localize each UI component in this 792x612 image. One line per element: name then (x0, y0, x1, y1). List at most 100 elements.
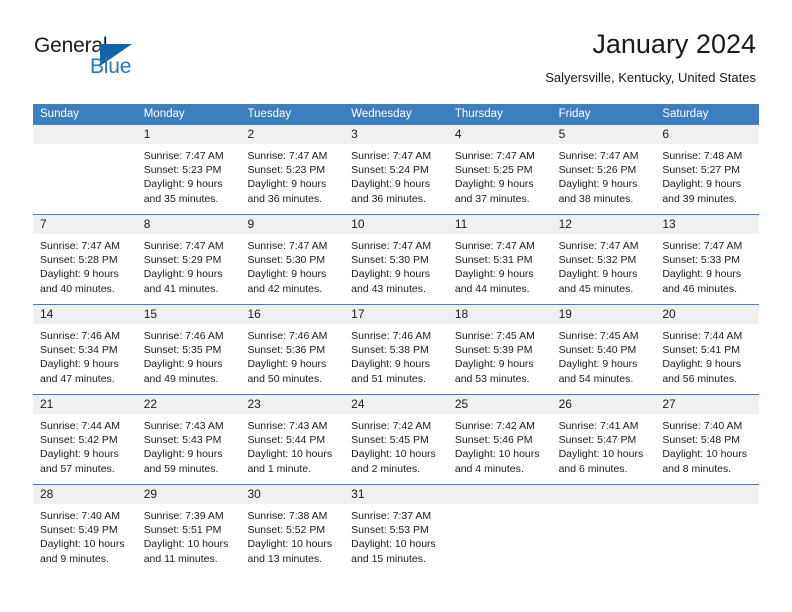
day-details: Sunrise: 7:42 AM Sunset: 5:46 PM Dayligh… (448, 414, 552, 476)
sunset-text: Sunset: 5:52 PM (247, 524, 326, 537)
page-subtitle: Salyersville, Kentucky, United States (545, 70, 756, 85)
day-cell[interactable]: 16 Sunrise: 7:46 AM Sunset: 5:36 PM Dayl… (240, 305, 345, 394)
daylight-text-line2: and 8 minutes. (662, 462, 732, 475)
week-row: 14 Sunrise: 7:46 AM Sunset: 5:34 PM Dayl… (33, 304, 760, 394)
sunrise-text: Sunrise: 7:47 AM (558, 240, 639, 252)
day-cell[interactable]: 26 Sunrise: 7:41 AM Sunset: 5:47 PM Dayl… (551, 395, 656, 484)
daylight-text-line1: Daylight: 9 hours (143, 358, 223, 371)
day-cell[interactable]: 29 Sunrise: 7:39 AM Sunset: 5:51 PM Dayl… (136, 485, 241, 574)
sunrise-text: Sunrise: 7:47 AM (558, 150, 639, 162)
day-cell[interactable]: 18 Sunrise: 7:45 AM Sunset: 5:39 PM Dayl… (447, 305, 552, 394)
day-cell[interactable]: 14 Sunrise: 7:46 AM Sunset: 5:34 PM Dayl… (33, 305, 137, 394)
daylight-text-line2: and 56 minutes. (662, 372, 738, 385)
daylight-text-line2: and 38 minutes. (558, 192, 634, 205)
day-details: Sunrise: 7:46 AM Sunset: 5:35 PM Dayligh… (137, 324, 241, 386)
day-details: Sunrise: 7:46 AM Sunset: 5:38 PM Dayligh… (344, 324, 448, 386)
day-cell[interactable]: 27 Sunrise: 7:40 AM Sunset: 5:48 PM Dayl… (655, 395, 760, 484)
sunrise-text: Sunrise: 7:44 AM (40, 420, 120, 432)
daylight-text-line1: Daylight: 9 hours (40, 358, 119, 371)
day-cell[interactable]: 24 Sunrise: 7:42 AM Sunset: 5:45 PM Dayl… (344, 395, 448, 484)
sunset-text: Sunset: 5:27 PM (662, 164, 740, 177)
sunset-text: Sunset: 5:39 PM (454, 344, 533, 357)
day-cell[interactable]: 30 Sunrise: 7:38 AM Sunset: 5:52 PM Dayl… (240, 485, 345, 574)
weekday-header-saturday: Saturday (662, 108, 709, 120)
daylight-text-line1: Daylight: 9 hours (40, 448, 119, 461)
day-cell[interactable]: 9 Sunrise: 7:47 AM Sunset: 5:30 PM Dayli… (240, 215, 345, 304)
day-number: 21 (33, 395, 137, 414)
day-details: Sunrise: 7:47 AM Sunset: 5:33 PM Dayligh… (655, 234, 759, 296)
day-details: Sunrise: 7:39 AM Sunset: 5:51 PM Dayligh… (137, 504, 241, 566)
day-cell[interactable]: 17 Sunrise: 7:46 AM Sunset: 5:38 PM Dayl… (344, 305, 448, 394)
day-cell[interactable]: 7 Sunrise: 7:47 AM Sunset: 5:28 PM Dayli… (33, 215, 137, 304)
sunset-text: Sunset: 5:23 PM (143, 164, 222, 177)
day-cell[interactable]: 10 Sunrise: 7:47 AM Sunset: 5:30 PM Dayl… (344, 215, 448, 304)
sunrise-text: Sunrise: 7:43 AM (247, 420, 328, 432)
day-number: 24 (344, 395, 448, 414)
day-cell[interactable]: 21 Sunrise: 7:44 AM Sunset: 5:42 PM Dayl… (33, 395, 137, 484)
day-details: Sunrise: 7:47 AM Sunset: 5:30 PM Dayligh… (240, 234, 344, 296)
day-cell[interactable]: 8 Sunrise: 7:47 AM Sunset: 5:29 PM Dayli… (136, 215, 241, 304)
day-cell[interactable]: 12 Sunrise: 7:47 AM Sunset: 5:32 PM Dayl… (551, 215, 656, 304)
sunrise-text: Sunrise: 7:42 AM (454, 420, 535, 432)
day-number: 4 (447, 125, 552, 144)
day-number: 27 (655, 395, 760, 414)
day-cell[interactable]: 15 Sunrise: 7:46 AM Sunset: 5:35 PM Dayl… (136, 305, 241, 394)
weekday-header-sunday: Sunday (40, 108, 80, 120)
day-cell[interactable]: 25 Sunrise: 7:42 AM Sunset: 5:46 PM Dayl… (447, 395, 552, 484)
day-details: Sunrise: 7:47 AM Sunset: 5:23 PM Dayligh… (137, 144, 241, 206)
day-number: 14 (33, 305, 137, 324)
week-row: 7 Sunrise: 7:47 AM Sunset: 5:28 PM Dayli… (33, 214, 760, 304)
sunrise-text: Sunrise: 7:47 AM (351, 150, 432, 162)
sunrise-text: Sunrise: 7:45 AM (454, 330, 535, 342)
daylight-text-line2: and 9 minutes. (40, 552, 109, 565)
sunset-text: Sunset: 5:30 PM (247, 254, 326, 267)
day-number: 22 (136, 395, 241, 414)
day-cell[interactable]: 28 Sunrise: 7:40 AM Sunset: 5:49 PM Dayl… (33, 485, 137, 574)
day-cell[interactable]: 31 Sunrise: 7:37 AM Sunset: 5:53 PM Dayl… (344, 485, 448, 574)
day-cell[interactable] (551, 485, 656, 574)
day-number (447, 485, 552, 504)
daylight-text-line1: Daylight: 10 hours (143, 538, 229, 551)
day-cell[interactable]: 13 Sunrise: 7:47 AM Sunset: 5:33 PM Dayl… (655, 215, 760, 304)
day-cell[interactable] (655, 485, 760, 574)
daylight-text-line1: Daylight: 10 hours (40, 538, 125, 551)
day-number: 30 (240, 485, 345, 504)
day-details: Sunrise: 7:47 AM Sunset: 5:30 PM Dayligh… (344, 234, 448, 296)
sunset-text: Sunset: 5:48 PM (662, 434, 740, 447)
daylight-text-line2: and 39 minutes. (662, 192, 738, 205)
daylight-text-line1: Daylight: 9 hours (351, 268, 430, 281)
day-cell[interactable]: 4 Sunrise: 7:47 AM Sunset: 5:25 PM Dayli… (447, 125, 552, 214)
day-cell[interactable] (447, 485, 552, 574)
daylight-text-line1: Daylight: 9 hours (662, 358, 742, 371)
daylight-text-line2: and 54 minutes. (558, 372, 634, 385)
day-cell[interactable]: 20 Sunrise: 7:44 AM Sunset: 5:41 PM Dayl… (655, 305, 760, 394)
day-cell[interactable]: 19 Sunrise: 7:45 AM Sunset: 5:40 PM Dayl… (551, 305, 656, 394)
day-cell[interactable]: 5 Sunrise: 7:47 AM Sunset: 5:26 PM Dayli… (551, 125, 656, 214)
daylight-text-line2: and 41 minutes. (143, 282, 219, 295)
day-cell[interactable]: 23 Sunrise: 7:43 AM Sunset: 5:44 PM Dayl… (240, 395, 345, 484)
day-details: Sunrise: 7:38 AM Sunset: 5:52 PM Dayligh… (240, 504, 344, 566)
day-number: 12 (551, 215, 656, 234)
sunrise-text: Sunrise: 7:39 AM (143, 510, 224, 522)
day-cell[interactable]: 1 Sunrise: 7:47 AM Sunset: 5:23 PM Dayli… (136, 125, 241, 214)
day-cell[interactable]: 2 Sunrise: 7:47 AM Sunset: 5:23 PM Dayli… (240, 125, 345, 214)
general-blue-logo[interactable]: General Blue (34, 34, 164, 84)
sunset-text: Sunset: 5:46 PM (454, 434, 533, 447)
weekday-header-wednesday: Wednesday (351, 108, 412, 120)
day-number: 7 (33, 215, 137, 234)
day-cell[interactable]: 6 Sunrise: 7:48 AM Sunset: 5:27 PM Dayli… (655, 125, 760, 214)
daylight-text-line2: and 50 minutes. (247, 372, 323, 385)
daylight-text-line1: Daylight: 9 hours (662, 268, 742, 281)
day-number: 5 (551, 125, 656, 144)
day-cell[interactable]: 11 Sunrise: 7:47 AM Sunset: 5:31 PM Dayl… (447, 215, 552, 304)
day-details: Sunrise: 7:47 AM Sunset: 5:29 PM Dayligh… (137, 234, 241, 296)
daylight-text-line1: Daylight: 9 hours (143, 448, 223, 461)
sunrise-text: Sunrise: 7:44 AM (662, 330, 743, 342)
day-cell[interactable] (33, 125, 137, 214)
sunrise-text: Sunrise: 7:47 AM (662, 240, 743, 252)
daylight-text-line1: Daylight: 9 hours (351, 178, 430, 191)
day-cell[interactable]: 22 Sunrise: 7:43 AM Sunset: 5:43 PM Dayl… (136, 395, 241, 484)
weekday-header-row: Sunday Monday Tuesday Wednesday Thursday… (33, 104, 759, 125)
daylight-text-line2: and 59 minutes. (143, 462, 219, 475)
day-cell[interactable]: 3 Sunrise: 7:47 AM Sunset: 5:24 PM Dayli… (344, 125, 448, 214)
